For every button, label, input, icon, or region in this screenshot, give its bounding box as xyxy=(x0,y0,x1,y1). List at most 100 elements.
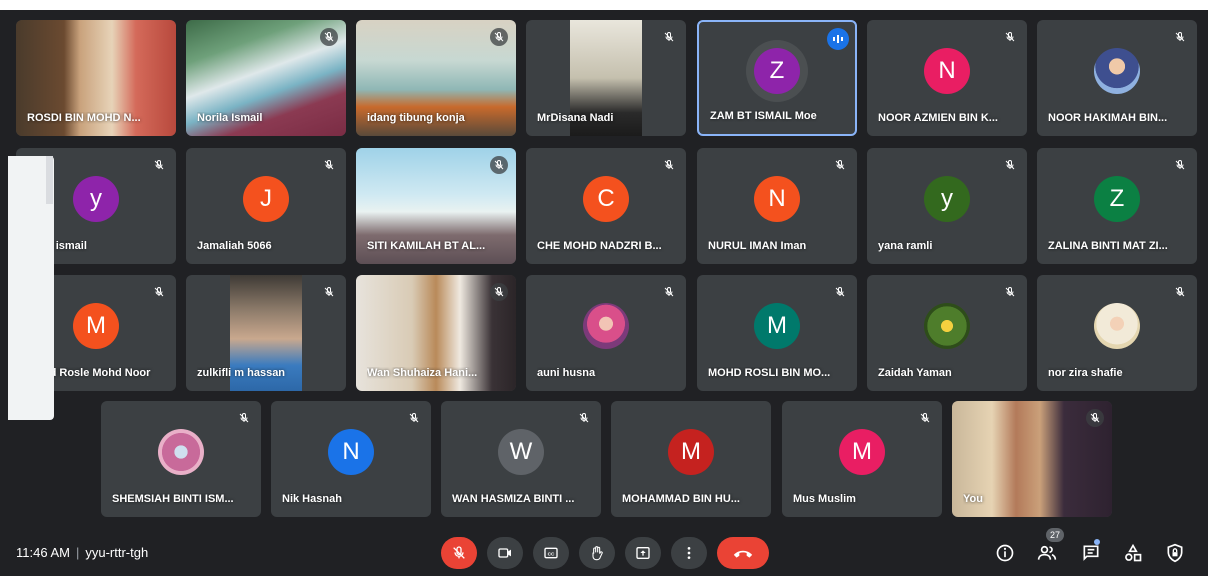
scrollbar[interactable] xyxy=(46,156,53,204)
participant-name: MOHAMMAD BIN HU... xyxy=(622,493,740,505)
participant-tile[interactable]: MrDisana Nadi xyxy=(526,20,686,136)
avatar: M xyxy=(839,429,885,476)
activities-icon xyxy=(1125,543,1142,562)
mic-off-icon xyxy=(150,283,168,301)
participant-name: yana ramli xyxy=(878,240,933,252)
mic-off-icon xyxy=(916,409,934,427)
captions-button[interactable]: CC xyxy=(533,537,569,569)
present-icon xyxy=(636,547,650,559)
avatar: Z xyxy=(1094,176,1140,223)
mic-off-icon xyxy=(235,409,253,427)
participant-tile[interactable]: M Mus Muslim xyxy=(782,401,942,517)
participant-tile[interactable]: N NOOR AZMIEN BIN K... xyxy=(867,20,1027,136)
captions-icon: CC xyxy=(544,547,558,559)
avatar: N xyxy=(328,429,374,476)
participant-name: Mus Muslim xyxy=(793,493,856,505)
mic-toggle-button[interactable] xyxy=(441,537,477,569)
participant-tile[interactable]: C CHE MOHD NADZRI B... xyxy=(526,148,686,264)
participant-tile[interactable]: M MOHD ROSLI BIN MO... xyxy=(697,275,857,391)
participant-count-badge: 27 xyxy=(1046,528,1064,542)
participant-tile[interactable]: Norila Ismail xyxy=(186,20,346,136)
top-edge xyxy=(0,0,1208,10)
participant-name: NOOR HAKIMAH BIN... xyxy=(1048,112,1168,124)
mic-off-icon xyxy=(660,283,678,301)
avatar: N xyxy=(924,48,970,95)
participant-tile[interactable]: N Nik Hasnah xyxy=(271,401,431,517)
participant-tile[interactable]: J Jamaliah 5066 xyxy=(186,148,346,264)
mic-off-icon xyxy=(1171,156,1189,174)
participant-tile[interactable]: N NURUL IMAN Iman xyxy=(697,148,857,264)
mic-off-icon xyxy=(490,156,508,174)
raise-hand-icon xyxy=(592,546,603,561)
avatar: J xyxy=(243,176,289,223)
mic-off-icon xyxy=(453,546,465,559)
participant-tile[interactable]: zulkifli m hassan xyxy=(186,275,346,391)
participant-tile[interactable]: Zaidah Yaman xyxy=(867,275,1027,391)
more-options-button[interactable] xyxy=(671,537,707,569)
participant-name: MOHD ROSLI BIN MO... xyxy=(708,367,831,379)
participant-tile-speaking[interactable]: Z ZAM BT ISMAIL Moe xyxy=(697,20,857,136)
hang-up-button[interactable] xyxy=(717,537,769,569)
participant-tile[interactable]: W WAN HASMIZA BINTI ... xyxy=(441,401,601,517)
participant-name: Wan Shuhaiza Hani... xyxy=(367,367,478,379)
mic-off-icon xyxy=(1086,409,1104,427)
camera-toggle-button[interactable] xyxy=(487,537,523,569)
participant-name: auni husna xyxy=(537,367,596,379)
meeting-details-button[interactable] xyxy=(991,540,1019,566)
participant-tile[interactable]: y yana ramli xyxy=(867,148,1027,264)
more-options-icon xyxy=(687,547,691,559)
participant-tile[interactable]: Z ZALINA BINTI MAT ZI... xyxy=(1037,148,1197,264)
mic-off-icon xyxy=(150,156,168,174)
mic-off-icon xyxy=(1001,156,1019,174)
avatar: N xyxy=(754,176,800,223)
host-controls-button[interactable] xyxy=(1161,540,1189,566)
participant-name: NURUL IMAN Iman xyxy=(708,240,807,252)
present-button[interactable] xyxy=(625,537,661,569)
activities-button[interactable] xyxy=(1119,540,1147,566)
participant-name: nor zira shafie xyxy=(1048,367,1123,379)
mic-off-icon xyxy=(1001,28,1019,46)
mic-off-icon xyxy=(320,283,338,301)
participant-tile[interactable]: auni husna xyxy=(526,275,686,391)
mic-off-icon xyxy=(831,156,849,174)
mic-off-icon xyxy=(660,156,678,174)
chat-icon xyxy=(1083,545,1099,561)
participant-name: Norila Ismail xyxy=(197,112,263,124)
participant-tile[interactable]: NOOR HAKIMAH BIN... xyxy=(1037,20,1197,136)
participant-tile[interactable]: SITI KAMILAH BT AL... xyxy=(356,148,516,264)
info-icon xyxy=(996,544,1014,562)
avatar: M xyxy=(73,303,119,350)
avatar xyxy=(1094,303,1140,350)
mic-off-icon xyxy=(660,28,678,46)
participant-tile[interactable]: M MOHAMMAD BIN HU... xyxy=(611,401,771,517)
mic-off-icon xyxy=(575,409,593,427)
participant-tile[interactable]: nor zira shafie xyxy=(1037,275,1197,391)
avatar: C xyxy=(583,176,629,223)
divider: | xyxy=(75,545,80,560)
side-panel[interactable] xyxy=(8,156,54,420)
meeting-info: 11:46 AM | yyu-rttr-tgh xyxy=(16,545,148,560)
participant-tile[interactable]: Wan Shuhaiza Hani... xyxy=(356,275,516,391)
self-view-tile[interactable]: You xyxy=(952,401,1112,517)
participant-tile[interactable]: SHEMSIAH BINTI ISM... xyxy=(101,401,261,517)
chat-notification-dot xyxy=(1094,539,1100,545)
participant-name: SHEMSIAH BINTI ISM... xyxy=(112,493,234,505)
avatar: M xyxy=(668,429,714,476)
participant-name: idang tibung konja xyxy=(367,112,465,124)
participant-name: MrDisana Nadi xyxy=(537,112,614,124)
avatar: y xyxy=(73,176,119,223)
mic-off-icon xyxy=(1001,283,1019,301)
raise-hand-button[interactable] xyxy=(579,537,615,569)
participant-name: You xyxy=(963,493,983,505)
participant-name: ROSDI BIN MOHD N... xyxy=(27,112,141,124)
hang-up-icon xyxy=(733,550,753,558)
participant-tile[interactable]: ROSDI BIN MOHD N... xyxy=(16,20,176,136)
mic-off-icon xyxy=(831,283,849,301)
avatar: y xyxy=(924,176,970,223)
mic-off-icon xyxy=(320,28,338,46)
participant-tile[interactable]: idang tibung konja xyxy=(356,20,516,136)
avatar xyxy=(924,303,970,350)
avatar xyxy=(158,429,204,476)
people-button[interactable] xyxy=(1033,540,1061,566)
chat-button[interactable] xyxy=(1077,540,1105,566)
